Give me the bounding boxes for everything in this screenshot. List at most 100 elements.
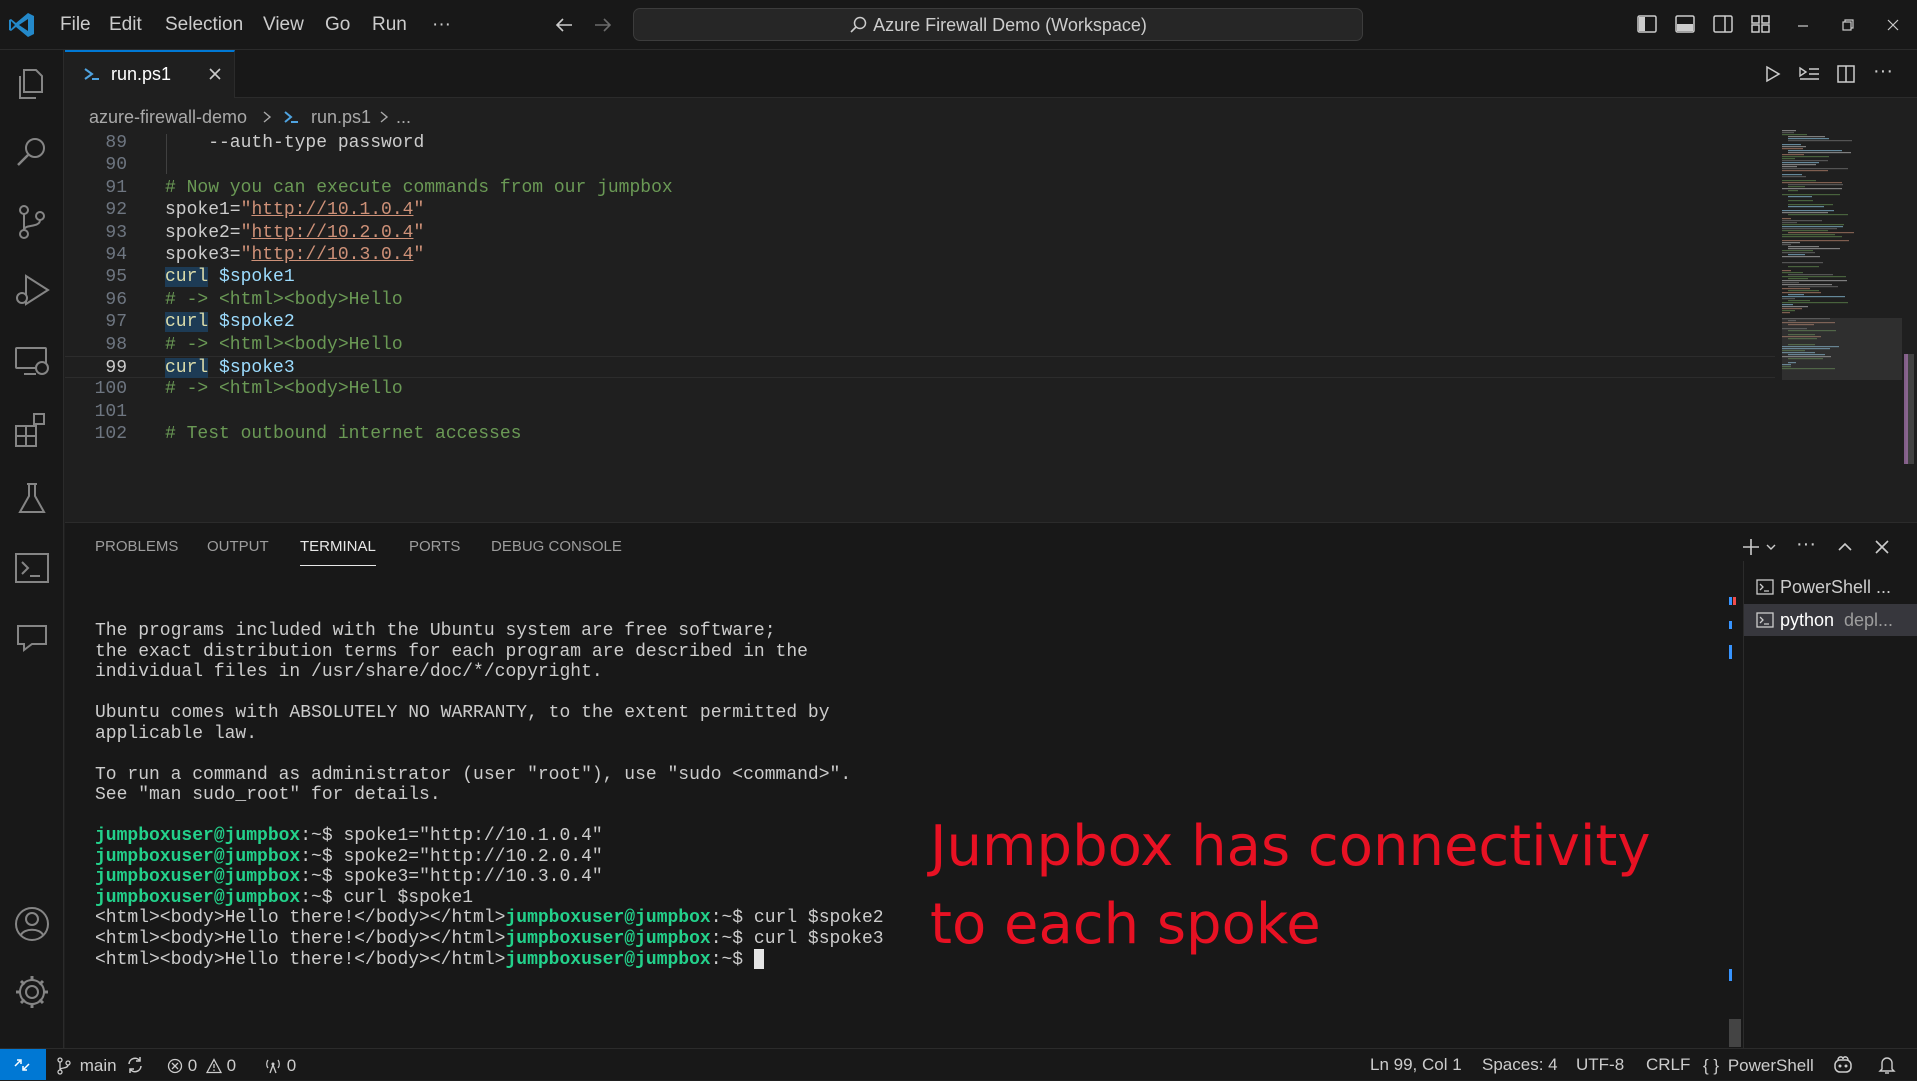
shell-prompt-path: :~$ [710,928,754,949]
code-line[interactable]: 95 curl $spoke1 [65,266,1775,288]
notifications-bell-icon[interactable] [1878,1055,1896,1075]
line-number: 89 [105,134,127,153]
restore-icon[interactable] [1841,18,1855,32]
code-line[interactable]: 96 # -> <html><body>Hello [65,289,1775,311]
code-line[interactable]: 99 curl $spoke3 [65,356,1775,379]
panel-more-actions[interactable]: ··· [1796,533,1816,556]
shell-prompt-path: :~$ [300,826,344,846]
editor-scrollbar[interactable] [1902,134,1916,520]
remote-indicator[interactable] [0,1049,46,1080]
close-tab-icon[interactable] [207,66,223,82]
command-keyword: curl [165,267,209,288]
extensions-icon[interactable] [10,408,54,452]
chevron-down-icon[interactable] [1765,541,1777,553]
code-line[interactable]: 97 curl $spoke2 [65,311,1775,333]
terminal-output[interactable]: The programs included with the Ubuntu sy… [95,621,884,970]
run-file-icon[interactable] [1762,64,1782,84]
menu-selection[interactable]: Selection [165,0,243,49]
code-editor[interactable]: 89 --auth-type password 90 91 # Now you can… [65,134,1917,520]
maximize-panel-icon[interactable] [1837,539,1853,555]
breadcrumb-file[interactable]: run.ps1 [311,100,371,134]
terminal-item-powershell[interactable]: PowerShell ... [1744,571,1917,603]
tab-ports[interactable]: PORTS [409,523,460,571]
menu-file[interactable]: File [60,0,91,49]
editor-more-actions[interactable]: ··· [1873,60,1893,83]
back-arrow-icon[interactable] [553,14,575,36]
minimap-line [1782,308,1802,310]
search-view-icon[interactable] [10,130,54,174]
toggle-secondary-sidebar-icon[interactable] [1712,13,1734,35]
code-line[interactable]: 101 [65,401,1775,423]
close-window-icon[interactable] [1886,18,1900,32]
source-control-icon[interactable] [10,200,54,244]
run-debug-icon[interactable] [10,268,54,312]
tab-run-ps1[interactable]: run.ps1 [65,50,235,98]
accounts-icon[interactable] [10,902,54,946]
tab-terminal[interactable]: TERMINAL [300,523,376,566]
menu-run[interactable]: Run [372,0,407,49]
forward-arrow-icon[interactable] [592,14,614,36]
eol-status[interactable]: CRLF [1646,1049,1690,1080]
customize-layout-icon[interactable] [1750,13,1772,35]
breadcrumb-folder[interactable]: azure-firewall-demo [89,100,247,134]
code-line[interactable]: 94 spoke3="http://10.3.0.4" [65,244,1775,266]
menu-more[interactable]: ··· [432,0,451,49]
settings-gear-icon[interactable] [10,970,54,1014]
terminal-scroll-marker [1729,597,1732,605]
ports-status[interactable]: 0 [264,1049,296,1080]
shell-prompt-user: jumpboxuser@jumpbox [505,928,711,949]
problems-status[interactable]: 0 0 [167,1049,236,1080]
cursor-position[interactable]: Ln 99, Col 1 [1370,1049,1462,1080]
tab-problems[interactable]: PROBLEMS [95,523,178,571]
sync-icon[interactable] [125,1055,145,1075]
terminal-item-python[interactable]: python depl... [1744,604,1917,636]
terminal-scrollbar-thumb[interactable] [1729,1019,1741,1047]
close-panel-icon[interactable] [1874,539,1890,555]
toggle-primary-sidebar-icon[interactable] [1636,13,1658,35]
code-line[interactable]: 92 spoke1="http://10.1.0.4" [65,199,1775,221]
minimap-line [1782,164,1816,166]
run-selection-icon[interactable] [1798,64,1820,84]
encoding-status[interactable]: UTF-8 [1576,1049,1624,1080]
shell-command: spoke1="http://10.1.0.4" [343,826,603,846]
minimize-icon[interactable] [1796,19,1810,33]
branch-status[interactable]: main [56,1049,117,1080]
copilot-icon[interactable] [1832,1055,1854,1075]
language-status[interactable]: { } PowerShell [1703,1049,1814,1080]
tab-debug-console[interactable]: DEBUG CONSOLE [491,523,622,571]
minimap-line [1782,272,1803,274]
toggle-panel-icon[interactable] [1674,13,1696,35]
code-line[interactable]: 98 # -> <html><body>Hello [65,334,1775,356]
chat-icon[interactable] [10,616,54,660]
minimap-line [1788,152,1851,154]
testing-flask-icon[interactable] [10,476,54,520]
code-line[interactable]: 91 # Now you can execute commands from ou… [65,177,1775,199]
terminal-view-icon[interactable] [10,546,54,590]
code-line[interactable]: 102 # Test outbound internet accesses [65,423,1775,445]
minimap-viewport[interactable] [1782,318,1902,380]
command-center-search[interactable]: Azure Firewall Demo (Workspace) [633,8,1363,41]
split-editor-icon[interactable] [1836,64,1856,84]
code-line[interactable]: 93 spoke2="http://10.2.0.4" [65,222,1775,244]
remote-explorer-icon[interactable] [10,338,54,382]
minimap-line [1782,312,1790,314]
shell-prompt-user: jumpboxuser@jumpbox [95,887,301,908]
code-line[interactable]: 89 --auth-type password [65,134,1775,154]
terminal-line: jumpboxuser@jumpbox:~$ curl $spoke1 [95,888,884,909]
explorer-icon[interactable] [10,62,54,106]
code-line[interactable]: 100 # -> <html><body>Hello [65,378,1775,400]
minimap-line [1782,280,1847,282]
breadcrumb-symbol[interactable]: ... [396,100,411,134]
minimap-line [1782,240,1849,242]
line-number: 91 [105,177,127,198]
code-line[interactable]: 90 [65,154,1775,176]
tab-output[interactable]: OUTPUT [207,523,269,571]
code-comment: # -> <html><body>Hello [165,289,403,310]
minimap[interactable] [1782,130,1902,440]
new-terminal-plus-icon[interactable] [1741,537,1761,557]
menu-view[interactable]: View [263,0,304,49]
indentation-status[interactable]: Spaces: 4 [1482,1049,1558,1080]
variable-reference: $spoke1 [219,267,295,288]
menu-edit[interactable]: Edit [109,0,142,49]
menu-go[interactable]: Go [325,0,350,49]
